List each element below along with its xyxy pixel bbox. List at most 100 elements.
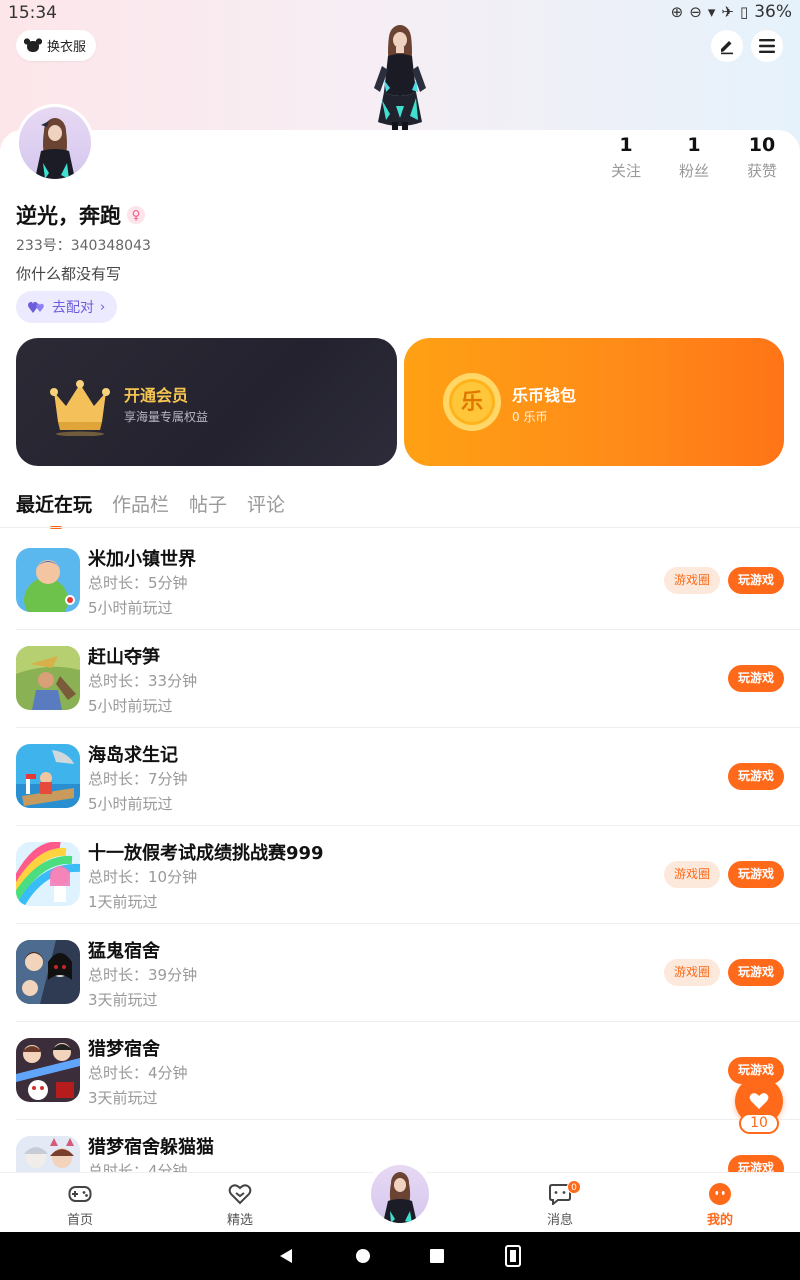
game-icon-island: [16, 744, 80, 808]
game-row[interactable]: 十一放假考试成绩挑战赛999 总时长：10分钟 1天前玩过 游戏圈 玩游戏: [0, 826, 800, 924]
wallet-card[interactable]: 乐 乐币钱包 0 乐币: [404, 338, 784, 466]
play-game-button[interactable]: 玩游戏: [727, 959, 784, 986]
play-game-button[interactable]: 玩游戏: [727, 763, 784, 790]
game-name: 海岛求生记: [88, 745, 178, 766]
stat-followers[interactable]: 1 粉丝: [664, 134, 724, 181]
status-time: 15:34: [8, 3, 57, 23]
message-badge: 0: [567, 1180, 581, 1194]
nav-featured-label: 精选: [226, 1213, 253, 1228]
game-last-played: 3天前玩过: [88, 991, 158, 1009]
match-button[interactable]: 去配对 ›: [16, 291, 118, 323]
status-icons: ⊕ ⊖ ▾ ✈ ▯ 36%: [671, 2, 792, 22]
stat-likes-value: 10: [748, 134, 776, 156]
edit-icon: [721, 41, 733, 55]
tab-posts[interactable]: 帖子: [189, 490, 227, 517]
nav-messages-label: 消息: [546, 1213, 573, 1228]
favorite-count: 10: [739, 1113, 779, 1134]
battery-icon: ▯: [739, 3, 749, 21]
match-label: 去配对: [52, 300, 94, 316]
nav-profile[interactable]: 我的: [680, 1173, 760, 1233]
game-last-played: 3天前玩过: [88, 1089, 158, 1107]
game-name: 米加小镇世界: [88, 549, 196, 570]
vip-subtitle: 享海量专属权益: [124, 410, 209, 424]
game-row[interactable]: 猎梦宿舍 总时长：4分钟 3天前玩过 玩游戏: [0, 1022, 800, 1120]
system-navigation-bar: [0, 1232, 800, 1280]
game-icon-ghost-dorm: [16, 940, 80, 1004]
user-id: 233号：340348043: [16, 238, 151, 254]
sync-icon: ⊕: [670, 3, 684, 21]
play-game-button[interactable]: 玩游戏: [727, 861, 784, 888]
stat-following-label: 关注: [610, 162, 641, 180]
bear-icon: [24, 38, 42, 53]
stat-likes[interactable]: 10 获赞: [732, 134, 792, 181]
game-row[interactable]: 赶山夺笋 总时长：33分钟 5小时前玩过 玩游戏: [0, 630, 800, 728]
tab-works[interactable]: 作品栏: [112, 490, 169, 517]
center-avatar-image: [371, 1165, 429, 1223]
nav-messages[interactable]: 0 消息: [520, 1173, 600, 1233]
menu-button[interactable]: [751, 30, 783, 62]
profile-tabs: 最近在玩 作品栏 帖子 评论: [16, 490, 285, 529]
change-outfit-label: 换衣服: [47, 40, 87, 55]
vip-card[interactable]: 开通会员 享海量专属权益: [16, 338, 397, 466]
game-duration: 总时长：5分钟: [88, 574, 188, 592]
game-duration: 总时长：10分钟: [88, 868, 198, 886]
username-text: 逆光，奔跑: [16, 204, 121, 228]
game-name: 猎梦宿舍: [88, 1039, 160, 1060]
nav-home[interactable]: 首页: [40, 1173, 120, 1233]
game-last-played: 5小时前玩过: [88, 697, 173, 715]
tab-recent-played[interactable]: 最近在玩: [16, 490, 92, 529]
game-circle-button[interactable]: 游戏圈: [663, 567, 720, 594]
play-game-button[interactable]: 玩游戏: [727, 1155, 784, 1172]
game-row[interactable]: 猛鬼宿舍 总时长：39分钟 3天前玩过 游戏圈 玩游戏: [0, 924, 800, 1022]
nav-featured[interactable]: 精选: [200, 1173, 280, 1233]
stat-likes-label: 获赞: [746, 162, 777, 180]
avatar-3d-figure[interactable]: [360, 22, 440, 130]
game-icon-ganshan: [16, 646, 80, 710]
gamepad-icon: [68, 1186, 92, 1202]
battery-percent: 36%: [754, 2, 792, 22]
nav-home-label: 首页: [66, 1213, 93, 1228]
coin-glyph: 乐: [460, 390, 483, 415]
stat-followers-value: 1: [687, 134, 701, 156]
game-circle-button[interactable]: 游戏圈: [663, 861, 720, 888]
change-outfit-button[interactable]: 换衣服: [16, 30, 97, 61]
avatar[interactable]: [16, 104, 94, 182]
profile-icon: [709, 1183, 731, 1205]
edit-profile-button[interactable]: [711, 30, 743, 62]
game-name: 十一放假考试成绩挑战赛999: [88, 843, 324, 864]
game-duration: 总时长：4分钟: [88, 1064, 188, 1082]
stat-following[interactable]: 1 关注: [596, 134, 656, 181]
avatar-image: [19, 107, 91, 179]
game-duration: 总时长：7分钟: [88, 770, 188, 788]
game-icon-exam: [16, 842, 80, 906]
game-icon-dream-dorm: [16, 1038, 80, 1102]
play-game-button[interactable]: 玩游戏: [727, 665, 784, 692]
play-game-button[interactable]: 玩游戏: [727, 567, 784, 594]
game-duration: 总时长：33分钟: [88, 672, 198, 690]
username: 逆光，奔跑 ♀: [16, 200, 145, 230]
game-name: 赶山夺笋: [88, 647, 160, 668]
recents-icon[interactable]: [430, 1249, 444, 1263]
user-bio: 你什么都没有写: [16, 265, 122, 283]
back-icon[interactable]: [278, 1248, 294, 1264]
menu-icon: [759, 39, 775, 53]
stat-followers-label: 粉丝: [678, 162, 709, 180]
game-row[interactable]: 米加小镇世界 总时长：5分钟 5小时前玩过 游戏圈 玩游戏: [0, 532, 800, 630]
heart-icon: [228, 1184, 252, 1205]
screen-rotate-icon[interactable]: [505, 1245, 521, 1267]
game-name: 猎梦宿舍躲猫猫: [88, 1137, 214, 1158]
wifi-icon: ▾: [707, 3, 716, 21]
nav-center-avatar[interactable]: [366, 1160, 434, 1228]
game-last-played: 5小时前玩过: [88, 795, 173, 813]
heart-icon: [749, 1093, 769, 1109]
recent-games-list: 米加小镇世界 总时长：5分钟 5小时前玩过 游戏圈 玩游戏 赶山夺笋 总时长：3…: [0, 532, 800, 1172]
airplane-icon: ✈: [721, 3, 734, 21]
tab-divider: [0, 527, 800, 528]
game-row[interactable]: 海岛求生记 总时长：7分钟 5小时前玩过 玩游戏: [0, 728, 800, 826]
tab-comments[interactable]: 评论: [247, 490, 285, 517]
game-circle-button[interactable]: 游戏圈: [663, 959, 720, 986]
vip-title: 开通会员: [124, 386, 189, 405]
game-last-played: 5小时前玩过: [88, 599, 173, 617]
home-icon[interactable]: [356, 1249, 370, 1263]
female-icon: ♀: [127, 206, 145, 224]
